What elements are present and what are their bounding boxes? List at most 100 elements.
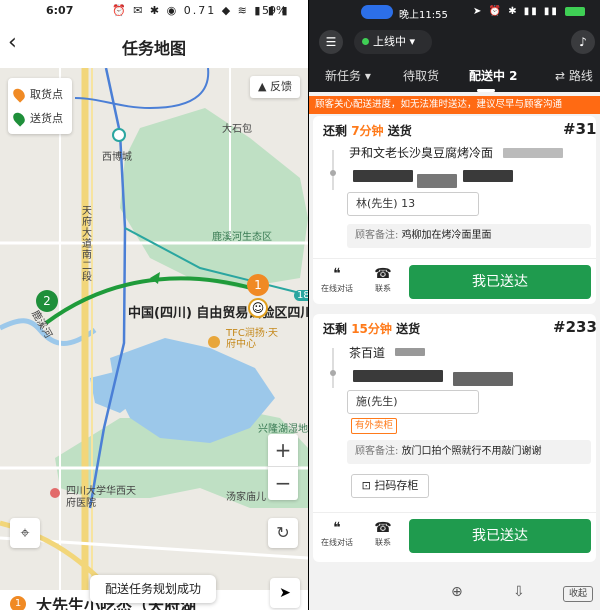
tab-route[interactable]: ⇄ 路线 bbox=[555, 67, 593, 84]
remaining-minutes: 7分钟 bbox=[351, 124, 384, 138]
navigate-button[interactable]: ➤ bbox=[270, 578, 300, 608]
refresh-button[interactable]: ↻ bbox=[268, 518, 298, 548]
chat-button[interactable]: ❝ 在线对话 bbox=[319, 265, 355, 294]
call-button[interactable]: ☎ 联系 bbox=[365, 265, 401, 294]
tab-new-tasks[interactable]: 新任务 ▾ bbox=[325, 67, 371, 84]
remaining-time: 还剩 15分钟 送货 bbox=[323, 322, 421, 336]
location-pill-icon bbox=[361, 5, 393, 19]
redacted-address bbox=[353, 170, 413, 182]
map-legend: 取货点 送货点 bbox=[8, 78, 72, 134]
page-title: 任务地图 bbox=[121, 39, 186, 58]
map-label-ftz: 中国(四川) 自由贸易试验区四川 bbox=[128, 306, 308, 321]
order-card[interactable]: 还剩 15分钟 送货 #233 茶百道 施(先生) 有外卖柜 顾客备注: 放门口… bbox=[313, 314, 597, 562]
locate-button[interactable]: ⌖ bbox=[10, 518, 40, 548]
online-label: 上线中 bbox=[373, 35, 406, 48]
customer-phone[interactable]: 施(先生) bbox=[347, 390, 479, 414]
remaining-time: 还剩 7分钟 送货 bbox=[323, 124, 412, 138]
crosshair-icon: ⌖ bbox=[20, 523, 30, 542]
customer-note: 顾客备注: 放门口拍个照就行不用敲门谢谢 bbox=[347, 440, 591, 464]
battery-icon bbox=[565, 7, 585, 16]
redacted-address bbox=[417, 174, 457, 188]
add-icon[interactable]: ⊕ bbox=[451, 584, 463, 600]
tab-delivering[interactable]: 配送中 2 bbox=[469, 67, 518, 84]
dark-header: 晚上11:55 ➤ ⏰ ✱ ▮▮ ▮▮ ☰ 上线中 ▾ ♪ 新任务 ▾ 待取货 … bbox=[309, 0, 600, 92]
redacted-address bbox=[463, 170, 513, 182]
status-icons-right: ➤ ⏰ ✱ ▮▮ ▮▮ bbox=[473, 6, 559, 17]
pickup-marker[interactable]: 1 bbox=[247, 274, 269, 296]
online-status-toggle[interactable]: 上线中 ▾ bbox=[354, 30, 432, 54]
online-dot-icon bbox=[362, 38, 369, 45]
phone-icon: ☎ bbox=[374, 520, 392, 536]
route-icon: ⇄ bbox=[555, 69, 566, 83]
zoom-out-button[interactable]: − bbox=[268, 467, 298, 500]
bell-icon[interactable]: ♪ bbox=[571, 30, 595, 54]
map-label-tfc: TFC润扬·天府中心 bbox=[226, 328, 279, 350]
phone-icon: ☎ bbox=[374, 266, 392, 282]
scan-icon: ⊡ bbox=[361, 479, 371, 492]
collapse-button[interactable]: 收起 bbox=[563, 586, 593, 602]
legend-delivery-label: 送货点 bbox=[30, 112, 63, 125]
chat-icon: ❝ bbox=[333, 266, 341, 282]
tab-to-pickup[interactable]: 待取货 bbox=[403, 67, 439, 84]
map-label-xinglong-lake: 兴隆湖湿地 bbox=[258, 424, 308, 435]
delivered-button[interactable]: 我已送达 bbox=[409, 519, 591, 553]
route-timeline bbox=[332, 348, 334, 388]
metro-line-north bbox=[74, 68, 210, 110]
legend-pickup-label: 取货点 bbox=[30, 88, 63, 101]
customer-note: 顾客备注: 鸡柳加在烤冷面里面 bbox=[347, 224, 591, 248]
task-number: 1 bbox=[10, 596, 26, 610]
delivery-marker-number: 2 bbox=[43, 294, 51, 308]
poi-icon bbox=[208, 336, 220, 348]
shop-name: 尹和文老长沙臭豆腐烤冷面 bbox=[349, 146, 494, 160]
task-map-screen: 6:07 ⏰ ✉ ✱ ◉ 0.71 ◆ ≋ ▮ ▮ ▮ 59% ‹ 任务地图 取… bbox=[0, 0, 308, 610]
call-button[interactable]: ☎ 联系 bbox=[365, 519, 401, 548]
feedback-button[interactable]: ▲ 反馈 bbox=[250, 76, 300, 98]
order-action-bar: ❝ 在线对话 ☎ 联系 我已送达 bbox=[313, 258, 596, 306]
metro-station-icon bbox=[112, 128, 126, 142]
menu-icon[interactable]: ☰ bbox=[319, 30, 343, 54]
battery-level: 59% bbox=[262, 4, 287, 17]
navigation-arrow-icon: ➤ bbox=[279, 585, 291, 601]
refresh-icon: ↻ bbox=[276, 523, 290, 542]
toast-message: 配送任务规划成功 bbox=[90, 575, 216, 603]
order-action-bar: ❝ 在线对话 ☎ 联系 我已送达 bbox=[313, 512, 596, 560]
warning-icon: ▲ bbox=[258, 80, 267, 93]
download-icon[interactable]: ⇩ bbox=[513, 584, 525, 600]
redacted-address bbox=[453, 372, 513, 386]
locker-tag: 有外卖柜 bbox=[351, 418, 398, 434]
redacted-text bbox=[395, 348, 425, 356]
chat-button[interactable]: ❝ 在线对话 bbox=[319, 519, 355, 548]
notice-banner: 顾客关心配送进度，如无法准时送达，建议尽早与顾客沟通 bbox=[309, 96, 600, 114]
order-card[interactable]: 还剩 7分钟 送货 #31 尹和文老长沙臭豆腐烤冷面 林(先生) 13 顾客备注… bbox=[313, 116, 596, 304]
park-area-north bbox=[120, 108, 308, 288]
metro-18-badge: 18 bbox=[294, 290, 308, 301]
zoom-control: + − bbox=[268, 434, 298, 500]
bottom-toolbar: ⊕ ⇩ 收起 bbox=[309, 578, 600, 610]
delivery-pin-icon bbox=[10, 109, 28, 127]
map-label-tangjiamiao: 汤家庙儿 bbox=[226, 492, 266, 503]
status-bar: 6:07 ⏰ ✉ ✱ ◉ 0.71 ◆ ≋ ▮ ▮ ▮ 59% bbox=[0, 0, 308, 22]
order-tabs: 新任务 ▾ 待取货 配送中 2 ⇄ 路线 bbox=[309, 62, 600, 92]
delivery-list-screen: 晚上11:55 ➤ ⏰ ✱ ▮▮ ▮▮ ☰ 上线中 ▾ ♪ 新任务 ▾ 待取货 … bbox=[309, 0, 600, 610]
map-view[interactable]: 取货点 送货点 ▲ 反馈 西博城 大石包 天府大道南二段 鹿溪河生态区 鹿溪河 … bbox=[0, 68, 308, 610]
map-label-xibocheng: 西博城 bbox=[102, 152, 132, 163]
timeline-dot bbox=[330, 370, 336, 376]
redacted-address bbox=[353, 370, 443, 382]
shop-name: 茶百道 bbox=[349, 346, 386, 360]
delivered-button[interactable]: 我已送达 bbox=[409, 265, 591, 299]
map-label-tianfu-road: 天府大道南二段 bbox=[82, 206, 92, 283]
remaining-minutes: 15分钟 bbox=[351, 322, 392, 336]
courier-avatar-icon: ☺ bbox=[248, 298, 268, 318]
hospital-icon bbox=[50, 488, 60, 498]
order-number: #233 bbox=[553, 318, 597, 336]
customer-phone[interactable]: 林(先生) 13 bbox=[347, 192, 479, 216]
feedback-label: 反馈 bbox=[269, 80, 292, 93]
status-bar-right: 晚上11:55 ➤ ⏰ ✱ ▮▮ ▮▮ bbox=[309, 0, 600, 22]
status-time-right: 晚上11:55 bbox=[399, 10, 448, 21]
map-label-luxihe-park: 鹿溪河生态区 bbox=[212, 232, 272, 243]
zoom-in-button[interactable]: + bbox=[268, 434, 298, 467]
active-tab-indicator bbox=[477, 89, 495, 92]
chat-icon: ❝ bbox=[333, 520, 341, 536]
delivery-marker[interactable]: 2 bbox=[36, 290, 58, 312]
scan-locker-button[interactable]: ⊡ 扫码存柜 bbox=[351, 474, 429, 498]
